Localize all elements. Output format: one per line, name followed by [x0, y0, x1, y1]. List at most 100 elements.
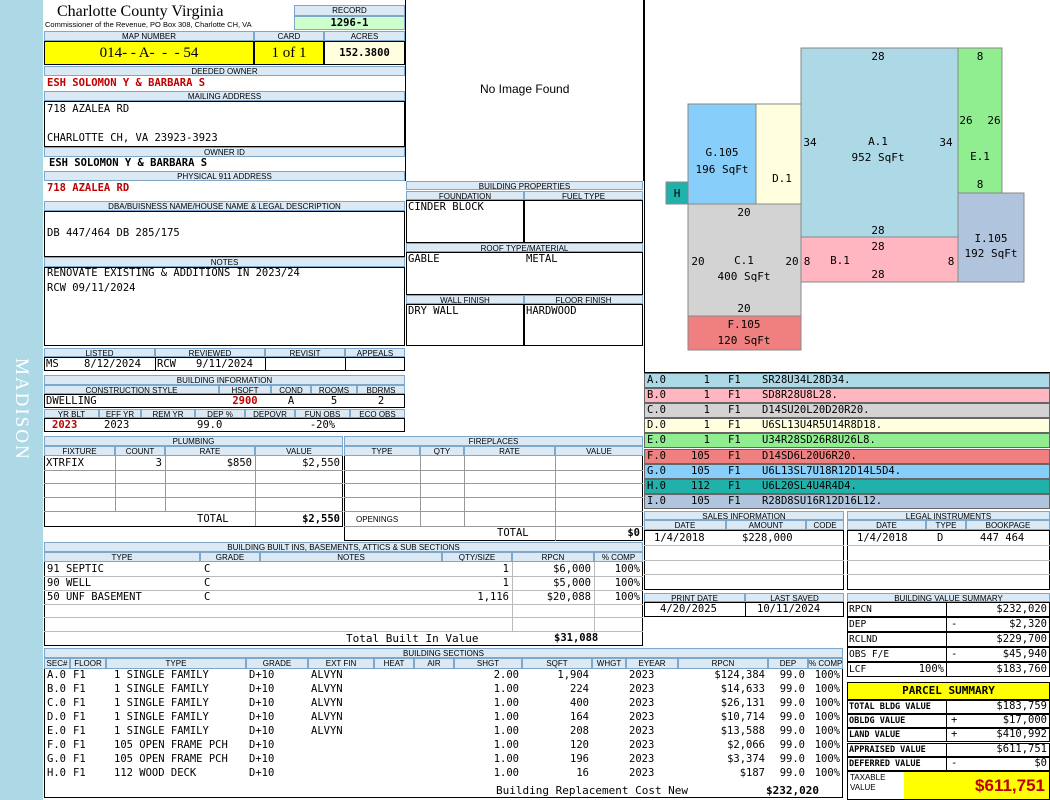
- builtins-cell: C: [204, 577, 211, 589]
- rooms-header: ROOMS: [311, 385, 357, 394]
- sections-header: BUILDING SECTIONS: [44, 648, 843, 658]
- sections-cell: 99.0: [779, 711, 805, 723]
- owner-id-value: ESH SOLOMON Y & BARBARA S: [49, 157, 208, 169]
- listed-date: 8/12/2024: [84, 358, 141, 370]
- sections-cell: $13,588: [720, 725, 765, 737]
- roof-type-value: GABLE: [408, 253, 440, 265]
- building-sketch: G.105 196 SqFt D.1 A.1 952 SqFt E.1 I.105 192 S…: [665, 47, 1025, 351]
- sections-col--comp: % COMP: [808, 658, 843, 669]
- sections-cell: ALVYN: [311, 711, 343, 723]
- cond-value: A: [287, 395, 295, 407]
- dep-value: 99.0: [197, 419, 223, 431]
- hsqft-value: 2900: [232, 395, 258, 407]
- value-summary-header: BUILDING VALUE SUMMARY: [847, 593, 1050, 602]
- sketch-label: A.1: [868, 135, 888, 148]
- sections-cell: 1.00: [493, 725, 519, 737]
- builtins-total-label: Total Built In Value: [346, 632, 479, 645]
- print-date-header: PRINT DATE: [644, 593, 745, 602]
- sketch-area-size: 400 SqFt: [718, 270, 771, 283]
- sections-cell: F.0: [47, 739, 66, 751]
- plumbing-row-count: 3: [155, 457, 162, 469]
- sections-cell: 100%: [814, 683, 840, 695]
- parcel-value: $0: [1034, 756, 1047, 769]
- sections-cell: 1.00: [493, 711, 519, 723]
- sections-cell: 224: [570, 683, 589, 695]
- sections-cell: 2023: [629, 669, 655, 681]
- sections-cell: 100%: [814, 669, 840, 681]
- sections-cell: ALVYN: [311, 683, 343, 695]
- sections-cell: 99.0: [779, 753, 805, 765]
- mailing-line1: 718 AZALEA RD: [47, 103, 130, 115]
- cond-header: COND: [271, 385, 311, 394]
- sections-cell: 1.00: [493, 697, 519, 709]
- sections-cell: 2023: [629, 725, 655, 737]
- sections-cell: ALVYN: [311, 669, 343, 681]
- plumbing-header: PLUMBING: [44, 436, 343, 446]
- legend-desc: D14SD6L20U6R20.: [762, 449, 857, 462]
- dba-header: DBA/BUISNESS NAME/HOUSE NAME & LEGAL DES…: [44, 201, 405, 211]
- builtins-cell: 91 SEPTIC: [47, 563, 104, 575]
- builtins-cell: $6,000: [553, 563, 591, 575]
- sales-row-date: 1/4/2018: [654, 532, 705, 544]
- sections-cell: F1: [73, 669, 86, 681]
- parcel-divider: [946, 756, 947, 771]
- fireplaces-col-qty: QTY: [420, 446, 464, 456]
- legend-code: 1: [703, 404, 710, 417]
- sketch-area-size: 952 SqFt: [852, 151, 905, 164]
- bdrms-header: BDRMS: [357, 385, 405, 394]
- card-header: CARD: [254, 31, 324, 41]
- legend-floor: F1: [728, 419, 741, 432]
- sections-cell: F1: [73, 711, 86, 723]
- legend-code: 1: [703, 389, 710, 402]
- sections-cell: A.0: [47, 669, 66, 681]
- fireplaces-col-type: TYPE: [344, 446, 420, 456]
- building-properties-header: BUILDING PROPERTIES: [406, 181, 643, 190]
- builtins-col-rpcn: RPCN: [512, 552, 594, 562]
- builtins-cell: $5,000: [553, 577, 591, 589]
- sections-cell: $14,633: [720, 683, 765, 695]
- sections-cell: 400: [570, 697, 589, 709]
- foundation-value: CINDER BLOCK: [408, 201, 484, 213]
- builtins-cell: 1: [502, 563, 509, 575]
- fireplaces-header: FIREPLACES: [344, 436, 643, 446]
- builtins-header: BUILDING BUILT INS, BASEMENTS, ATTICS & …: [44, 542, 643, 552]
- sections-cell: 1 SINGLE FAMILY: [114, 711, 209, 723]
- rooms-value: 5: [330, 395, 338, 407]
- value-summary-label: RCLND: [849, 634, 878, 645]
- construction-style: DWELLING: [46, 395, 97, 407]
- value-summary-divider: [946, 632, 947, 647]
- sections-cell: 16: [576, 767, 589, 779]
- sections-cell: 2023: [629, 767, 655, 779]
- building-info-header: BUILDING INFORMATION: [44, 375, 405, 385]
- print-date-value: 4/20/2025: [660, 603, 717, 615]
- sketch-dimension: 20: [737, 206, 750, 219]
- legend-code: 105: [691, 464, 710, 477]
- notes-line1: RENOVATE EXISTING & ADDITIONS IN 2023/24: [47, 267, 300, 279]
- sections-total-value: $232,020: [766, 784, 819, 797]
- sections-cell: E.0: [47, 725, 66, 737]
- sections-cell: F1: [73, 767, 86, 779]
- effyr-header: EFF YR: [99, 409, 141, 418]
- sections-col-rpcn: RPCN: [678, 658, 768, 669]
- sections-cell: 112 WOOD DECK: [114, 767, 197, 779]
- sections-cell: 2.00: [493, 669, 519, 681]
- sales-header: SALES INFORMATION: [644, 511, 844, 520]
- dba-value: DB 447/464 DB 285/175: [47, 227, 180, 239]
- sections-cell: F1: [73, 725, 86, 737]
- fuel-type-box: [524, 200, 643, 243]
- sections-cell: ALVYN: [311, 725, 343, 737]
- parcel-label: DEFERRED VALUE: [849, 758, 921, 769]
- value-summary-value: $229,700: [996, 633, 1047, 645]
- plumbing-row-fixture: XTRFIX: [46, 457, 84, 469]
- legend-sec: H.0: [647, 479, 666, 492]
- sections-col-eyear: EYEAR: [626, 658, 678, 669]
- builtins-cell: C: [204, 591, 211, 603]
- sections-col-type: TYPE: [106, 658, 246, 669]
- funobs-value: -20%: [309, 419, 336, 431]
- yrblt-value: 2023: [52, 419, 78, 431]
- sections-col-sqft: SQFT: [522, 658, 592, 669]
- sections-cell: $2,066: [727, 739, 765, 751]
- sections-cell: $26,131: [720, 697, 765, 709]
- sketch-label: C.1: [734, 254, 754, 267]
- sketch-dimension: 20: [737, 302, 750, 315]
